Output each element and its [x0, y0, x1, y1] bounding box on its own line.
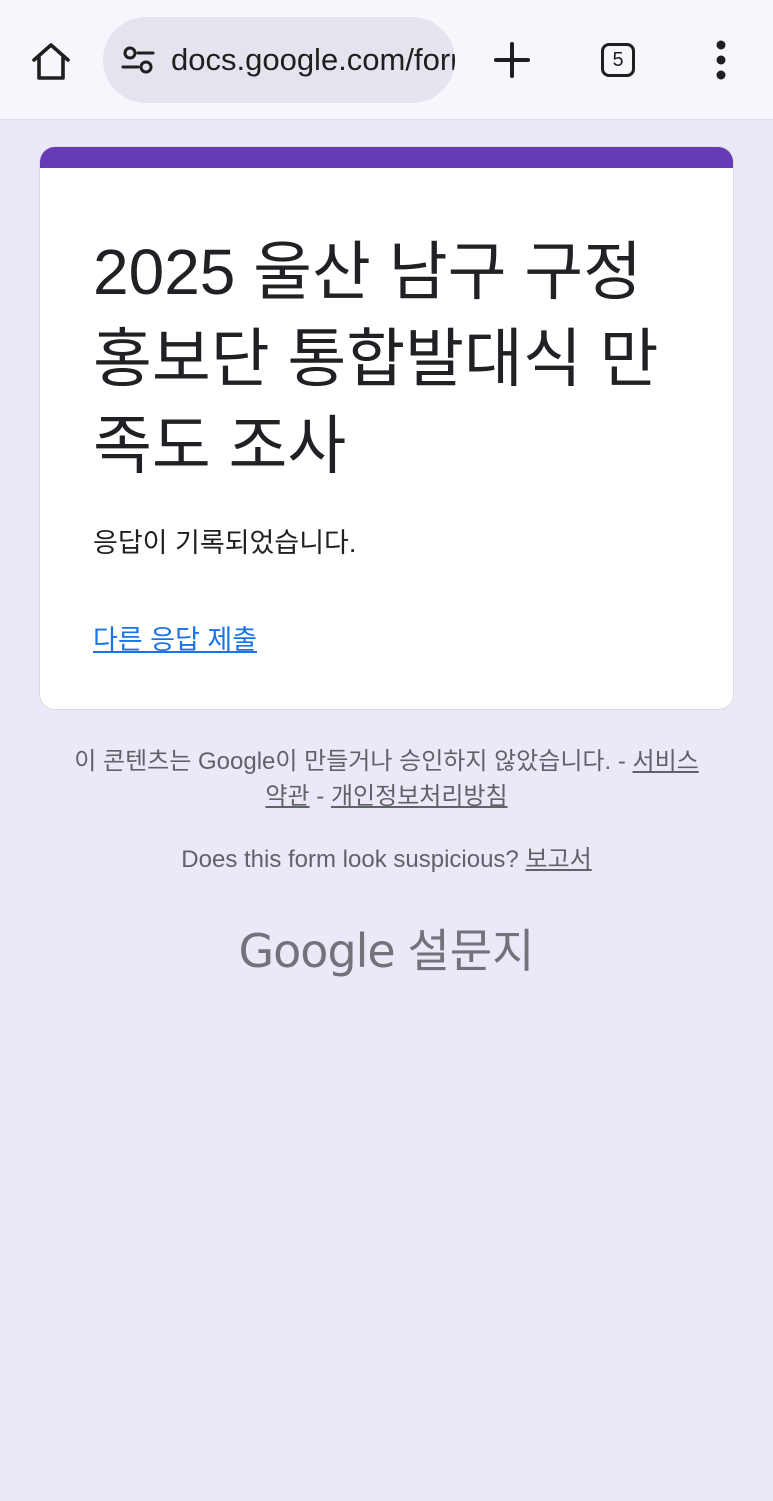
footer-separator: - [316, 783, 325, 810]
submit-another-response-link[interactable]: 다른 응답 제출 [93, 618, 257, 657]
browser-toolbar: docs.google.com/forms 5 [0, 0, 773, 120]
home-icon [32, 43, 70, 80]
report-prompt: Does this form look suspicious? [181, 846, 519, 873]
browser-menu-button[interactable] [700, 33, 742, 87]
google-forms-logo[interactable]: Google 설문지 [0, 915, 773, 981]
form-title: 2025 울산 남구 구정 홍보단 통합발대식 만족도 조사 [93, 236, 659, 482]
more-vert-icon [716, 40, 726, 80]
address-bar[interactable]: docs.google.com/forms [103, 17, 455, 103]
plus-icon [494, 42, 530, 78]
brand-google: Google [238, 924, 396, 978]
tab-switcher-button[interactable]: 5 [591, 33, 645, 87]
disclaimer-text: 이 콘텐츠는 Google이 만들거나 승인하지 않았습니다. - [74, 748, 626, 775]
form-confirmation-card: 2025 울산 남구 구정 홍보단 통합발대식 만족도 조사 응답이 기록되었습… [39, 146, 734, 710]
new-tab-button[interactable] [485, 33, 539, 87]
tab-count: 5 [601, 43, 635, 77]
tune-icon[interactable] [121, 43, 155, 77]
confirmation-message: 응답이 기록되었습니다. [93, 528, 357, 558]
url-text[interactable]: docs.google.com/forms [171, 42, 455, 78]
footer-disclaimer: 이 콘텐츠는 Google이 만들거나 승인하지 않았습니다. - 서비스 약관… [60, 744, 713, 814]
brand-forms: 설문지 [407, 925, 535, 977]
home-button[interactable] [22, 33, 80, 91]
card-accent-bar [40, 147, 733, 168]
report-abuse-line: Does this form look suspicious? 보고서 [0, 839, 773, 874]
report-link[interactable]: 보고서 [525, 846, 591, 873]
privacy-policy-link[interactable]: 개인정보처리방침 [331, 783, 508, 810]
